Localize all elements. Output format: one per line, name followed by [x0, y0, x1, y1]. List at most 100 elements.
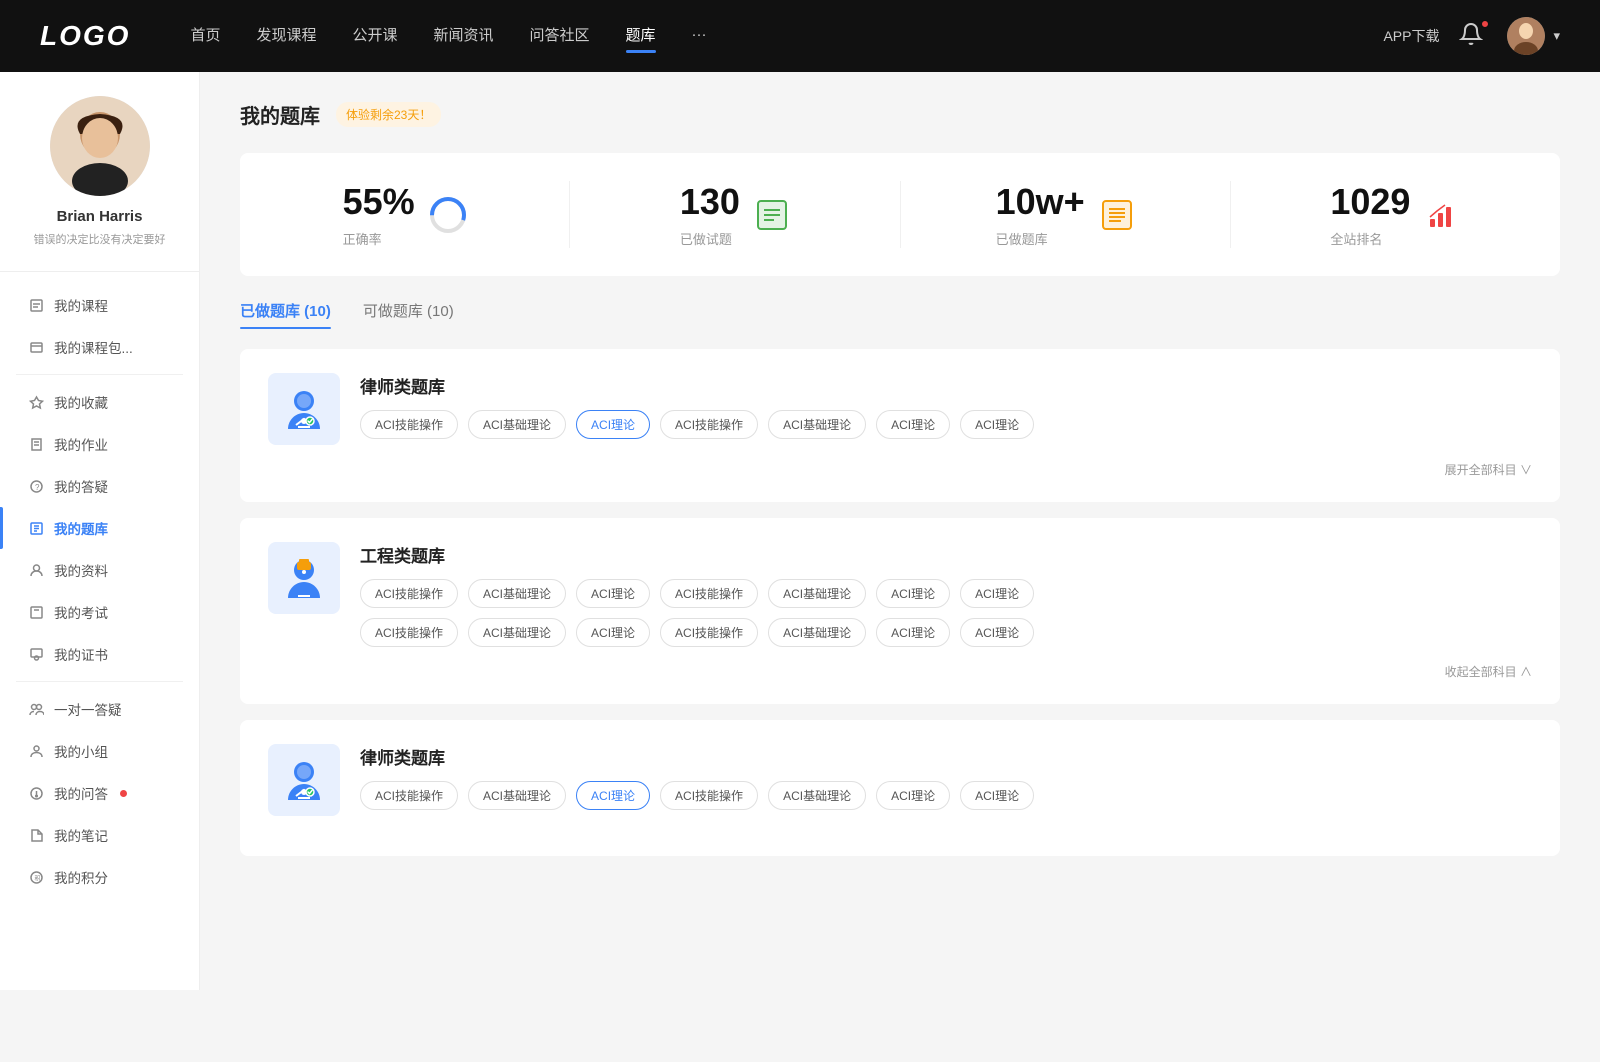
tag[interactable]: ACI基础理论	[468, 618, 566, 647]
sidebar-item-points[interactable]: 积 我的积分	[0, 856, 199, 898]
profile-avatar	[50, 96, 150, 196]
qbank-header-1: 律师类题库 ACI技能操作 ACI基础理论 ACI理论 ACI技能操作 ACI基…	[268, 373, 1532, 445]
user-avatar-area[interactable]: ▾	[1507, 17, 1560, 55]
tag[interactable]: ACI技能操作	[360, 410, 458, 439]
notification-icon[interactable]	[1459, 22, 1487, 50]
trial-badge: 体验剩余23天！	[336, 102, 441, 127]
qbank-card-1: 律师类题库 ACI技能操作 ACI基础理论 ACI理论 ACI技能操作 ACI基…	[240, 349, 1560, 502]
svg-text:积: 积	[34, 874, 40, 882]
nav-home[interactable]: 首页	[190, 24, 220, 49]
course-icon	[28, 297, 44, 313]
qbank-header-3: 律师类题库 ACI技能操作 ACI基础理论 ACI理论 ACI技能操作 ACI基…	[268, 744, 1532, 816]
tag[interactable]: ACI基础理论	[468, 410, 566, 439]
tag[interactable]: ACI技能操作	[360, 781, 458, 810]
tag[interactable]: ACI基础理论	[468, 579, 566, 608]
tag[interactable]: ACI技能操作	[660, 781, 758, 810]
tab-available[interactable]: 可做题库 (10)	[363, 300, 454, 329]
tag[interactable]: ACI理论	[960, 618, 1034, 647]
stat-text-accuracy: 55% 正确率	[343, 181, 415, 248]
bank-icon	[1099, 197, 1135, 233]
qbank-card-2: 工程类题库 ACI技能操作 ACI基础理论 ACI理论 ACI技能操作 ACI基…	[240, 518, 1560, 704]
nav-qbank[interactable]: 题库	[626, 24, 656, 49]
group-icon	[28, 743, 44, 759]
page-header: 我的题库 体验剩余23天！	[240, 100, 1560, 129]
qbank-icon-lawyer-1	[268, 373, 340, 445]
qbank-content-2: 工程类题库 ACI技能操作 ACI基础理论 ACI理论 ACI技能操作 ACI基…	[360, 542, 1532, 647]
tag[interactable]: ACI基础理论	[768, 618, 866, 647]
tag[interactable]: ACI技能操作	[660, 410, 758, 439]
qbank-title-2: 工程类题库	[360, 542, 1532, 567]
tag[interactable]: ACI理论	[876, 781, 950, 810]
collapse-link-2[interactable]: 收起全部科目 ∧	[268, 663, 1532, 680]
tag[interactable]: ACI理论	[960, 579, 1034, 608]
tag[interactable]: ACI技能操作	[360, 579, 458, 608]
qbank-card-3: 律师类题库 ACI技能操作 ACI基础理论 ACI理论 ACI技能操作 ACI基…	[240, 720, 1560, 856]
logo[interactable]: LOGO	[40, 20, 130, 52]
points-icon: 积	[28, 869, 44, 885]
stat-text-rank: 1029 全站排名	[1330, 181, 1410, 248]
tag[interactable]: ACI技能操作	[360, 618, 458, 647]
profile-motto: 错误的决定比没有决定要好	[34, 231, 166, 247]
answers-icon	[28, 785, 44, 801]
tag[interactable]: ACI基础理论	[768, 781, 866, 810]
sidebar-item-profile[interactable]: 我的资料	[0, 549, 199, 591]
nav-qa[interactable]: 问答社区	[530, 24, 590, 49]
qbank-title-1: 律师类题库	[360, 373, 1532, 398]
nav-more[interactable]: ···	[692, 26, 707, 47]
sidebar-item-collection[interactable]: 我的收藏	[0, 381, 199, 423]
tag[interactable]: ACI理论	[876, 410, 950, 439]
sidebar-item-qbank[interactable]: 我的题库	[0, 507, 199, 549]
tag[interactable]: ACI技能操作	[660, 579, 758, 608]
tag[interactable]: ACI理论	[576, 618, 650, 647]
qbank-content-1: 律师类题库 ACI技能操作 ACI基础理论 ACI理论 ACI技能操作 ACI基…	[360, 373, 1532, 439]
tag[interactable]: ACI基础理论	[768, 410, 866, 439]
tag[interactable]: ACI理论	[960, 410, 1034, 439]
sidebar-item-label: 一对一答疑	[54, 699, 122, 719]
tags-row-1: ACI技能操作 ACI基础理论 ACI理论 ACI技能操作 ACI基础理论 AC…	[360, 410, 1532, 439]
tag[interactable]: ACI理论	[960, 781, 1034, 810]
star-icon	[28, 394, 44, 410]
navbar-right: APP下载 ▾	[1383, 17, 1560, 55]
sidebar-item-cert[interactable]: 我的证书	[0, 633, 199, 675]
qbank-header-2: 工程类题库 ACI技能操作 ACI基础理论 ACI理论 ACI技能操作 ACI基…	[268, 542, 1532, 647]
rank-icon	[1424, 197, 1460, 233]
stat-text-done: 130 已做试题	[680, 181, 740, 248]
answers-dot	[120, 790, 127, 797]
tag[interactable]: ACI基础理论	[468, 781, 566, 810]
sidebar-item-oneonone[interactable]: 一对一答疑	[0, 688, 199, 730]
navbar: LOGO 首页 发现课程 公开课 新闻资讯 问答社区 题库 ··· APP下载	[0, 0, 1600, 72]
tag[interactable]: ACI理论	[576, 579, 650, 608]
user-chevron[interactable]: ▾	[1553, 28, 1560, 44]
tag-active[interactable]: ACI理论	[576, 410, 650, 439]
sidebar-item-qa[interactable]: ? 我的答疑	[0, 465, 199, 507]
tag[interactable]: ACI基础理论	[768, 579, 866, 608]
tag-active[interactable]: ACI理论	[576, 781, 650, 810]
sidebar-item-group[interactable]: 我的小组	[0, 730, 199, 772]
sidebar-item-answers[interactable]: 我的问答	[0, 772, 199, 814]
nav-opencourse[interactable]: 公开课	[352, 24, 397, 49]
homework-icon	[28, 436, 44, 452]
tag[interactable]: ACI技能操作	[660, 618, 758, 647]
sidebar-item-exam[interactable]: 我的考试	[0, 591, 199, 633]
stat-label-banks: 已做题库	[996, 229, 1085, 248]
nav-discover[interactable]: 发现课程	[256, 24, 316, 49]
sidebar-item-label: 我的资料	[54, 560, 108, 580]
user-avatar	[1507, 17, 1545, 55]
tag[interactable]: ACI理论	[876, 618, 950, 647]
svg-text:?: ?	[35, 483, 40, 492]
tag[interactable]: ACI理论	[876, 579, 950, 608]
sidebar-item-notes[interactable]: 我的笔记	[0, 814, 199, 856]
profile-icon	[28, 562, 44, 578]
sidebar-item-my-course[interactable]: 我的课程	[0, 284, 199, 326]
stat-text-banks: 10w+ 已做题库	[996, 181, 1085, 248]
sidebar-item-label: 我的问答	[54, 783, 108, 803]
question-icon: ?	[28, 478, 44, 494]
sidebar-item-homework[interactable]: 我的作业	[0, 423, 199, 465]
app-download-link[interactable]: APP下载	[1383, 26, 1439, 46]
profile-name: Brian Harris	[57, 208, 143, 225]
nav-news[interactable]: 新闻资讯	[434, 24, 494, 49]
tab-done[interactable]: 已做题库 (10)	[240, 300, 331, 329]
expand-link-1[interactable]: 展开全部科目 ∨	[268, 461, 1532, 478]
sidebar-item-package[interactable]: 我的课程包...	[0, 326, 199, 368]
exam-icon	[28, 604, 44, 620]
